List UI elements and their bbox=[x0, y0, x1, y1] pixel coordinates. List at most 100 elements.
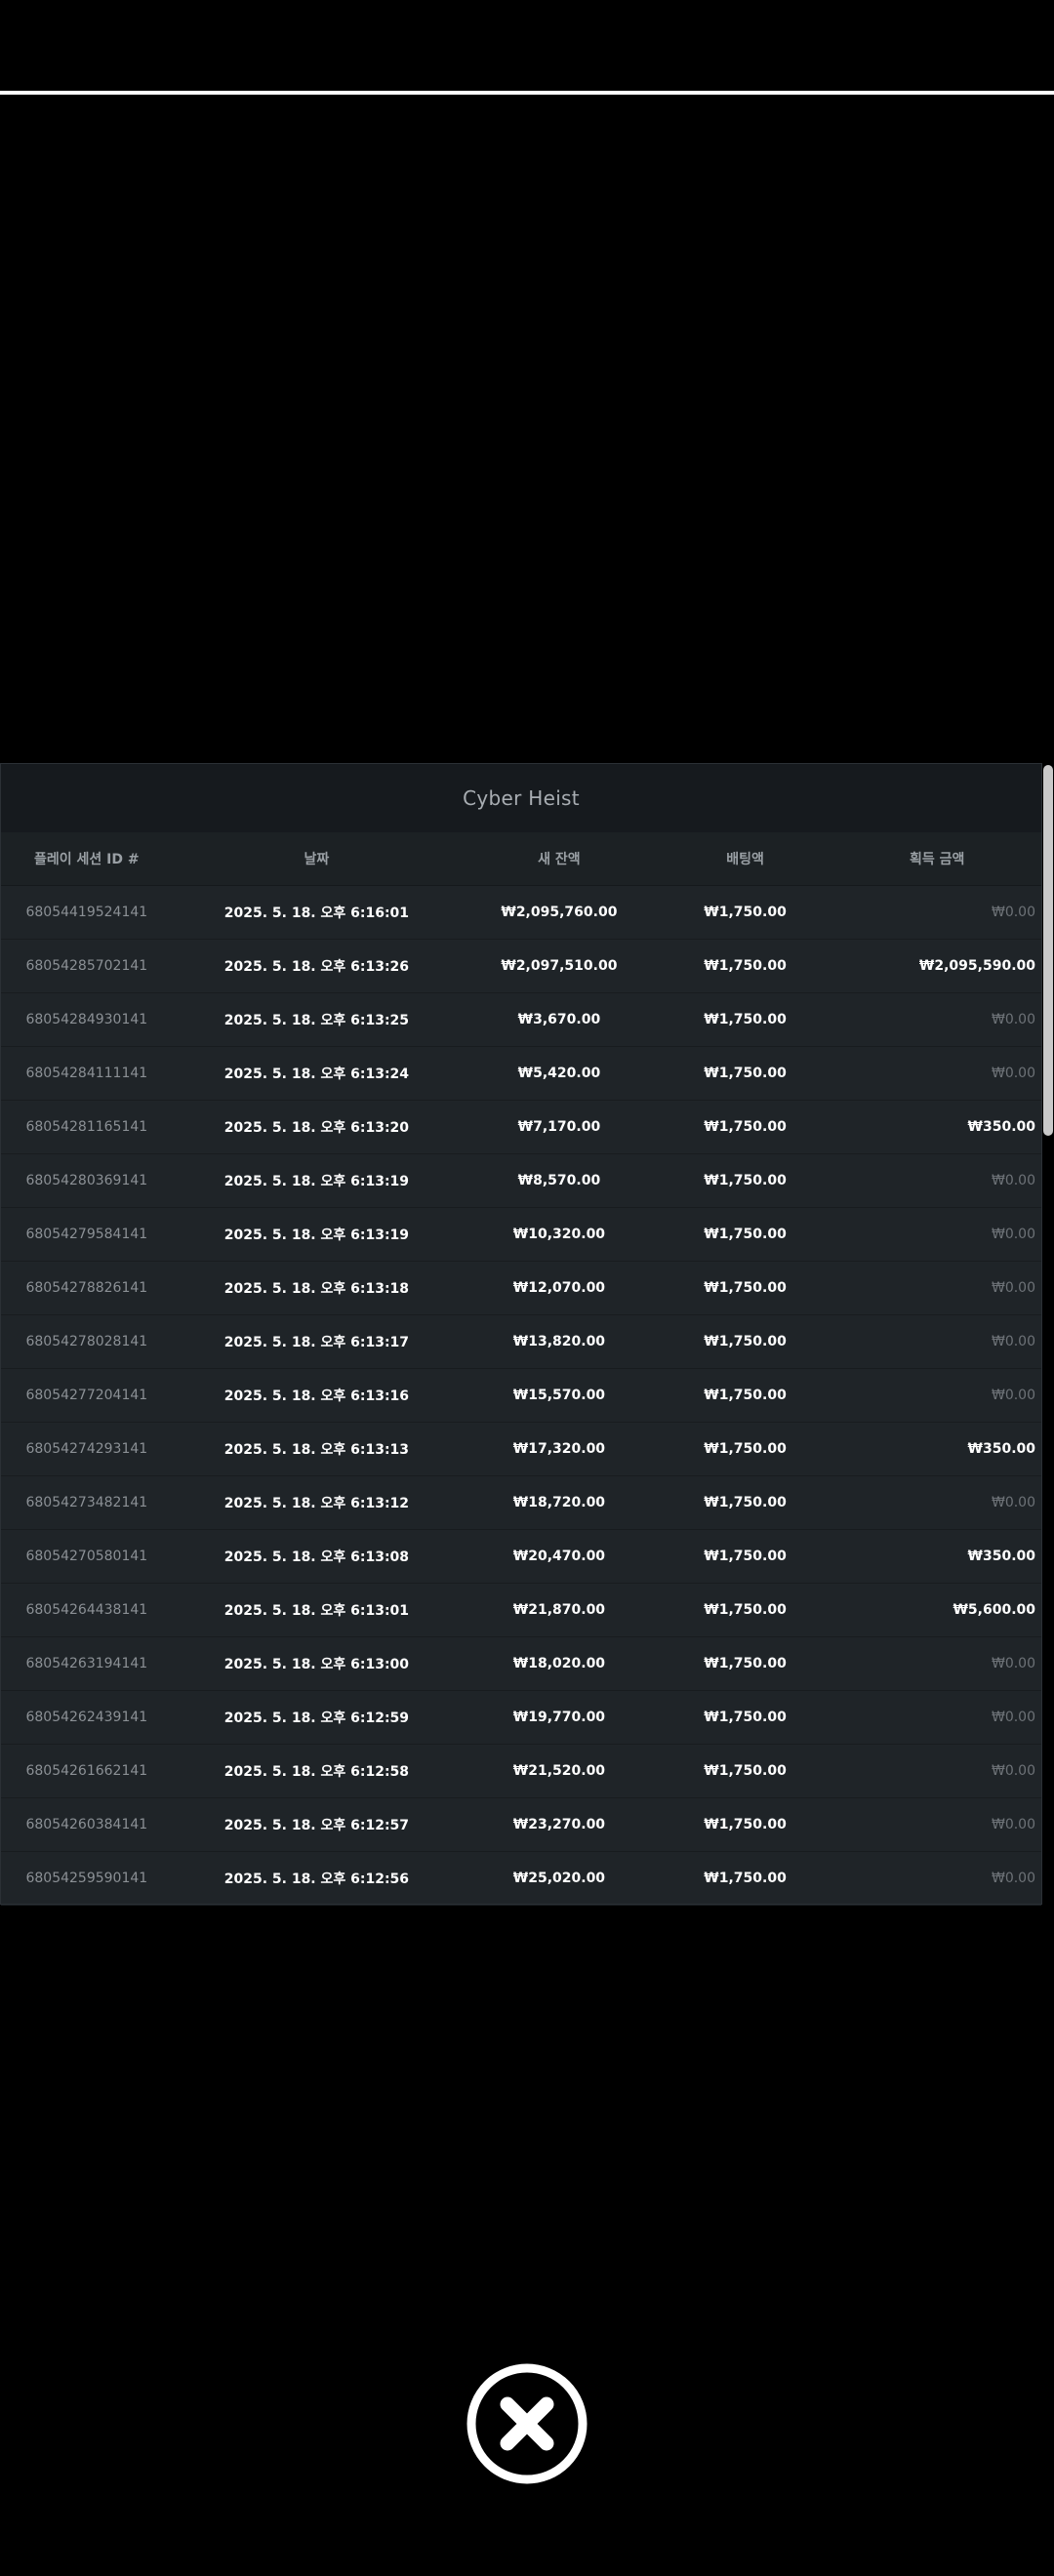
win-cell: ₩0.00 bbox=[991, 1495, 1035, 1510]
session-id-cell: 68054285702141 bbox=[25, 958, 148, 974]
session-id-cell: 68054263194141 bbox=[25, 1656, 148, 1671]
date-cell: 2025. 5. 18. 오후 6:13:13 bbox=[223, 1442, 410, 1458]
date-cell: 2025. 5. 18. 오후 6:13:24 bbox=[223, 1067, 410, 1082]
bet-cell: ₩1,750.00 bbox=[704, 1817, 787, 1832]
session-id-cell: 68054284930141 bbox=[25, 1012, 148, 1027]
date-cell: 2025. 5. 18. 오후 6:12:56 bbox=[223, 1872, 410, 1887]
bet-cell: ₩1,750.00 bbox=[704, 1388, 787, 1403]
table-row[interactable]: 68054273482141 2025. 5. 18. 오후 6:13:12 ₩18… bbox=[1, 1476, 1041, 1530]
table-row[interactable]: 68054263194141 2025. 5. 18. 오후 6:13:00 ₩18… bbox=[1, 1637, 1041, 1691]
table-row[interactable]: 68054274293141 2025. 5. 18. 오후 6:13:13 ₩17… bbox=[1, 1423, 1041, 1476]
session-id-cell: 68054261662141 bbox=[25, 1763, 148, 1779]
bet-cell: ₩1,750.00 bbox=[704, 1656, 787, 1671]
date-cell: 2025. 5. 18. 오후 6:13:17 bbox=[223, 1335, 410, 1350]
table-row[interactable]: 68054278826141 2025. 5. 18. 오후 6:13:18 ₩12… bbox=[1, 1262, 1041, 1315]
win-cell: ₩0.00 bbox=[991, 1173, 1035, 1188]
close-button[interactable] bbox=[465, 2361, 589, 2486]
bet-cell: ₩1,750.00 bbox=[704, 1066, 787, 1081]
win-cell: ₩0.00 bbox=[991, 1656, 1035, 1671]
win-cell: ₩0.00 bbox=[991, 1227, 1035, 1242]
table-row[interactable]: 68054259590141 2025. 5. 18. 오후 6:12:56 ₩25… bbox=[1, 1852, 1041, 1906]
bet-cell: ₩1,750.00 bbox=[704, 1227, 787, 1242]
top-divider-line bbox=[0, 91, 1054, 95]
session-id-cell: 68054419524141 bbox=[25, 905, 148, 920]
session-id-cell: 68054281165141 bbox=[25, 1119, 148, 1135]
win-cell: ₩0.00 bbox=[991, 1710, 1035, 1725]
win-cell: ₩0.00 bbox=[991, 1817, 1035, 1832]
win-cell: ₩0.00 bbox=[991, 1334, 1035, 1349]
new-balance-cell: ₩15,570.00 bbox=[512, 1388, 606, 1403]
table-row[interactable]: 68054260384141 2025. 5. 18. 오후 6:12:57 ₩23… bbox=[1, 1798, 1041, 1852]
bet-cell: ₩1,750.00 bbox=[704, 1334, 787, 1349]
scrollbar-thumb[interactable] bbox=[1043, 765, 1053, 1136]
table-row[interactable]: 68054262439141 2025. 5. 18. 오후 6:12:59 ₩19… bbox=[1, 1691, 1041, 1745]
session-id-cell: 68054279584141 bbox=[25, 1227, 148, 1242]
table-row[interactable]: 68054264438141 2025. 5. 18. 오후 6:13:01 ₩21… bbox=[1, 1584, 1041, 1637]
date-cell: 2025. 5. 18. 오후 6:13:01 bbox=[223, 1603, 410, 1619]
table-row[interactable]: 68054281165141 2025. 5. 18. 오후 6:13:20 ₩7,… bbox=[1, 1101, 1041, 1154]
win-cell: ₩0.00 bbox=[991, 1763, 1035, 1779]
bet-cell: ₩1,750.00 bbox=[704, 958, 787, 974]
header-bet: 배팅액 bbox=[726, 852, 764, 867]
date-cell: 2025. 5. 18. 오후 6:13:26 bbox=[223, 959, 410, 975]
header-new-balance: 새 잔액 bbox=[538, 852, 581, 867]
session-id-cell: 68054262439141 bbox=[25, 1710, 148, 1725]
date-cell: 2025. 5. 18. 오후 6:13:18 bbox=[223, 1281, 410, 1297]
table-header: 플레이 세션 ID # 날짜 새 잔액 배팅액 획득 금액 bbox=[1, 832, 1041, 886]
date-cell: 2025. 5. 18. 오후 6:13:12 bbox=[223, 1496, 410, 1511]
bet-cell: ₩1,750.00 bbox=[704, 1871, 787, 1886]
date-cell: 2025. 5. 18. 오후 6:13:00 bbox=[223, 1657, 410, 1672]
session-id-cell: 68054284111141 bbox=[25, 1066, 148, 1081]
new-balance-cell: ₩5,420.00 bbox=[517, 1066, 601, 1081]
table-row[interactable]: 68054279584141 2025. 5. 18. 오후 6:13:19 ₩10… bbox=[1, 1208, 1041, 1262]
bet-cell: ₩1,750.00 bbox=[704, 1495, 787, 1510]
table-row[interactable]: 68054284930141 2025. 5. 18. 오후 6:13:25 ₩3,… bbox=[1, 993, 1041, 1047]
header-date: 날짜 bbox=[304, 852, 330, 867]
table-row[interactable]: 68054285702141 2025. 5. 18. 오후 6:13:26 ₩2,… bbox=[1, 940, 1041, 993]
panel-title: Cyber Heist bbox=[1, 764, 1041, 832]
date-cell: 2025. 5. 18. 오후 6:13:19 bbox=[223, 1228, 410, 1243]
date-cell: 2025. 5. 18. 오후 6:13:16 bbox=[223, 1389, 410, 1404]
bet-cell: ₩1,750.00 bbox=[704, 1012, 787, 1027]
table-row[interactable]: 68054261662141 2025. 5. 18. 오후 6:12:58 ₩21… bbox=[1, 1745, 1041, 1798]
win-cell: ₩2,095,590.00 bbox=[918, 958, 1035, 974]
bet-cell: ₩1,750.00 bbox=[704, 1710, 787, 1725]
table-row[interactable]: 68054419524141 2025. 5. 18. 오후 6:16:01 ₩2,… bbox=[1, 886, 1041, 940]
bet-cell: ₩1,750.00 bbox=[704, 1119, 787, 1135]
session-id-cell: 68054273482141 bbox=[25, 1495, 148, 1510]
header-win: 획득 금액 bbox=[910, 852, 965, 867]
new-balance-cell: ₩8,570.00 bbox=[517, 1173, 601, 1188]
new-balance-cell: ₩13,820.00 bbox=[512, 1334, 606, 1349]
session-id-cell: 68054278028141 bbox=[25, 1334, 148, 1349]
session-id-cell: 68054260384141 bbox=[25, 1817, 148, 1832]
table-row[interactable]: 68054278028141 2025. 5. 18. 오후 6:13:17 ₩13… bbox=[1, 1315, 1041, 1369]
table-row[interactable]: 68054284111141 2025. 5. 18. 오후 6:13:24 ₩5,… bbox=[1, 1047, 1041, 1101]
new-balance-cell: ₩2,095,760.00 bbox=[501, 905, 618, 920]
date-cell: 2025. 5. 18. 오후 6:13:25 bbox=[223, 1013, 410, 1028]
session-id-cell: 68054264438141 bbox=[25, 1602, 148, 1618]
win-cell: ₩0.00 bbox=[991, 1388, 1035, 1403]
header-session-id: 플레이 세션 ID # bbox=[34, 852, 140, 867]
bet-cell: ₩1,750.00 bbox=[704, 1549, 787, 1564]
win-cell: ₩5,600.00 bbox=[953, 1602, 1035, 1618]
new-balance-cell: ₩21,520.00 bbox=[512, 1763, 606, 1779]
close-x-icon bbox=[466, 2363, 588, 2484]
bet-cell: ₩1,750.00 bbox=[704, 1602, 787, 1618]
new-balance-cell: ₩18,020.00 bbox=[512, 1656, 606, 1671]
bet-cell: ₩1,750.00 bbox=[704, 1173, 787, 1188]
bet-cell: ₩1,750.00 bbox=[704, 905, 787, 920]
new-balance-cell: ₩20,470.00 bbox=[512, 1549, 606, 1564]
new-balance-cell: ₩18,720.00 bbox=[512, 1495, 606, 1510]
new-balance-cell: ₩10,320.00 bbox=[512, 1227, 606, 1242]
new-balance-cell: ₩21,870.00 bbox=[512, 1602, 606, 1618]
table-row[interactable]: 68054277204141 2025. 5. 18. 오후 6:13:16 ₩15… bbox=[1, 1369, 1041, 1423]
new-balance-cell: ₩17,320.00 bbox=[512, 1441, 606, 1457]
win-cell: ₩0.00 bbox=[991, 905, 1035, 920]
table-row[interactable]: 68054280369141 2025. 5. 18. 오후 6:13:19 ₩8,… bbox=[1, 1154, 1041, 1208]
date-cell: 2025. 5. 18. 오후 6:12:58 bbox=[223, 1764, 410, 1780]
session-id-cell: 68054277204141 bbox=[25, 1388, 148, 1403]
win-cell: ₩350.00 bbox=[967, 1441, 1035, 1457]
win-cell: ₩0.00 bbox=[991, 1066, 1035, 1081]
table-row[interactable]: 68054270580141 2025. 5. 18. 오후 6:13:08 ₩20… bbox=[1, 1530, 1041, 1584]
win-cell: ₩0.00 bbox=[991, 1871, 1035, 1886]
